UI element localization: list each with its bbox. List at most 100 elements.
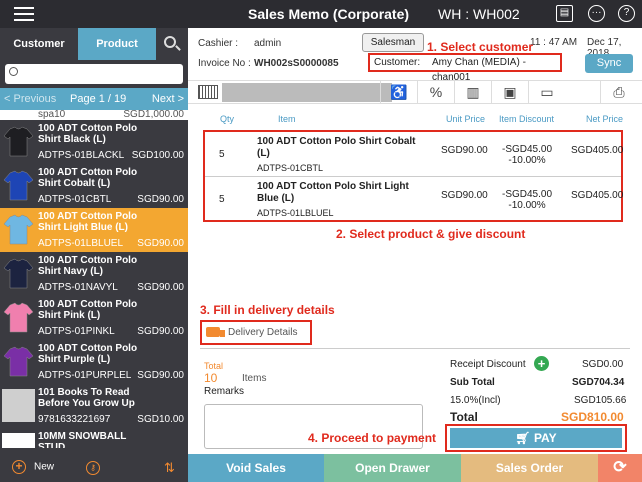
notebook-icon[interactable]: ▥ xyxy=(454,81,491,104)
tax-value: SGD105.66 xyxy=(574,395,627,406)
previous-page-button[interactable]: < Previous xyxy=(4,93,56,105)
hamburger-menu-icon[interactable] xyxy=(14,7,34,25)
product-code: ADTPS-01PINKL xyxy=(38,326,115,337)
total-items-label: Total xyxy=(204,361,224,371)
delivery-details-button[interactable]: Delivery Details xyxy=(200,320,312,345)
page-title: Sales Memo (Corporate) xyxy=(248,6,410,22)
divider xyxy=(200,348,630,349)
product-code: ADTPS-01PURPLEL xyxy=(38,370,132,381)
list-item[interactable]: 100 ADT Cotton Polo Shirt Navy (L) ADTPS-… xyxy=(0,252,188,296)
product-code: ADTPS-01BLACKL xyxy=(38,150,125,161)
sort-icon[interactable]: ⇅ xyxy=(164,460,175,476)
item-code: ADTPS-01LBLUEL xyxy=(257,208,334,218)
tab-product[interactable]: Product xyxy=(78,28,156,60)
subtotal-label: Sub Total xyxy=(450,377,495,388)
plus-icon: + xyxy=(12,460,26,474)
accessibility-icon[interactable]: ♿ xyxy=(380,81,417,104)
pay-label: PAY xyxy=(533,431,557,445)
discount-icon[interactable]: % xyxy=(417,81,454,104)
total-items-count: 10 xyxy=(204,371,218,385)
product-panel-footer: + New ⚷ ⇅ xyxy=(0,454,188,482)
col-net-price: Net Price xyxy=(586,114,624,124)
item-discount: -SGD45.00 -10.00% xyxy=(497,189,557,211)
barcode-input[interactable] xyxy=(222,83,392,102)
list-item[interactable]: 100 ADT Cotton Polo Shirt Purple (L) ADTP… xyxy=(0,340,188,384)
tab-customer[interactable]: Customer xyxy=(0,28,78,60)
key-icon[interactable]: ⚷ xyxy=(86,461,100,475)
product-name: 100 ADT Cotton Polo Shirt Cobalt (L) xyxy=(38,167,138,189)
product-panel: Customer Product < Previous Page 1 / 19 … xyxy=(0,28,188,482)
table-header: Qty Item Unit Price Item Discount Net Pr… xyxy=(188,114,642,128)
void-sales-button[interactable]: Void Sales xyxy=(188,454,324,482)
product-name: 100 ADT Cotton Polo Shirt Light Blue (L) xyxy=(38,211,138,233)
sale-header: Cashier : admin Invoice No : WH002sS0000… xyxy=(188,28,642,83)
more-options-icon[interactable]: ··· xyxy=(588,5,605,22)
table-row[interactable]: 5 100 ADT Cotton Polo Shirt Light Blue (L… xyxy=(205,176,624,220)
item-unit-price: SGD90.00 xyxy=(441,190,488,201)
remarks-label: Remarks xyxy=(204,386,245,397)
cash-register-icon[interactable]: ▤ xyxy=(556,5,573,22)
sync-button[interactable]: Sync xyxy=(585,54,633,73)
col-item: Item xyxy=(278,114,296,124)
list-item-partial[interactable]: spa10 SGD1,000.00 xyxy=(0,110,188,120)
search-icon xyxy=(9,67,18,76)
product-code: spa10 xyxy=(38,110,66,120)
save-icon[interactable]: ▣ xyxy=(491,81,528,104)
search-icon[interactable] xyxy=(160,34,182,56)
new-product-button[interactable]: + New xyxy=(12,460,54,474)
item-net-price: SGD405.00 xyxy=(571,190,624,201)
next-page-button[interactable]: Next > xyxy=(152,93,184,105)
print-icon[interactable]: ⎙ xyxy=(600,81,637,104)
list-item[interactable]: 100 ADT Cotton Polo Shirt Pink (L) ADTPS-… xyxy=(0,296,188,340)
item-name: 100 ADT Cotton Polo Shirt Light Blue (L) xyxy=(257,181,409,204)
product-code: ADTPS-01NAVYL xyxy=(38,282,118,293)
col-item-discount: Item Discount xyxy=(499,114,555,124)
discount-amount: -SGD45.00 xyxy=(501,144,553,155)
refresh-icon[interactable]: ⟳ xyxy=(598,454,642,482)
sales-order-button[interactable]: Sales Order xyxy=(461,454,598,482)
product-thumbnail xyxy=(2,433,35,448)
list-item[interactable]: 101 Books To Read Before You Grow Up 9781… xyxy=(0,384,188,428)
cashier-label: Cashier : xyxy=(198,38,239,49)
invoice-value: WH002sS0000085 xyxy=(254,58,339,69)
grand-total-label: Total xyxy=(450,410,478,424)
pay-button[interactable]: 🛒︎ PAY xyxy=(450,428,622,448)
folder-icon[interactable]: ▭ xyxy=(528,81,565,104)
product-price: SGD90.00 xyxy=(137,370,184,381)
top-bar: Sales Memo (Corporate) WH : WH002 ▤ ··· … xyxy=(0,0,642,28)
product-thumbnail xyxy=(2,125,35,158)
product-price: SGD100.00 xyxy=(131,150,184,161)
list-item[interactable]: 10MM SNOWBALL STUD xyxy=(0,428,188,448)
new-label: New xyxy=(34,461,55,473)
product-price: SGD90.00 xyxy=(137,282,184,293)
col-qty: Qty xyxy=(220,114,235,124)
customer-selector[interactable]: Customer: Amy Chan (MEDIA) - chan001 xyxy=(368,53,562,83)
receipt-discount-label: Receipt Discount xyxy=(450,359,526,370)
list-item[interactable]: 100 ADT Cotton Polo Shirt Cobalt (L) ADTP… xyxy=(0,164,188,208)
page-indicator: Page 1 / 19 xyxy=(70,93,127,105)
discount-amount: -SGD45.00 xyxy=(501,189,553,200)
salesman-button[interactable]: Salesman xyxy=(362,33,424,52)
open-drawer-button[interactable]: Open Drawer xyxy=(324,454,461,482)
product-name: 100 ADT Cotton Polo Shirt Black (L) xyxy=(38,123,138,145)
product-search-input[interactable] xyxy=(5,64,183,84)
product-price: SGD90.00 xyxy=(137,238,184,249)
product-name: 100 ADT Cotton Polo Shirt Navy (L) xyxy=(38,255,138,277)
list-item[interactable]: 100 ADT Cotton Polo Shirt Black (L) ADTPS… xyxy=(0,120,188,164)
barcode-icon[interactable] xyxy=(198,85,218,99)
add-discount-icon[interactable]: + xyxy=(534,356,549,371)
grand-total-value: SGD810.00 xyxy=(561,410,624,424)
product-code: ADTPS-01LBLUEL xyxy=(38,238,124,249)
item-code: ADTPS-01CBTL xyxy=(257,163,324,173)
item-qty: 5 xyxy=(219,149,225,160)
product-code: 9781633221697 xyxy=(38,414,111,425)
annotation-select-product: 2. Select product & give discount xyxy=(336,227,526,241)
table-row[interactable]: 5 100 ADT Cotton Polo Shirt Cobalt (L) ADT… xyxy=(205,132,623,176)
tax-label: 15.0%(Incl) xyxy=(450,395,501,406)
list-item[interactable]: 100 ADT Cotton Polo Shirt Light Blue (L)… xyxy=(0,208,188,252)
cart-items: 5 100 ADT Cotton Polo Shirt Cobalt (L) ADT… xyxy=(203,130,623,222)
help-icon[interactable]: ? xyxy=(618,5,635,22)
product-thumbnail xyxy=(2,389,35,422)
product-name: 101 Books To Read Before You Grow Up xyxy=(38,387,135,409)
pay-highlight: 🛒︎ PAY xyxy=(445,424,627,452)
